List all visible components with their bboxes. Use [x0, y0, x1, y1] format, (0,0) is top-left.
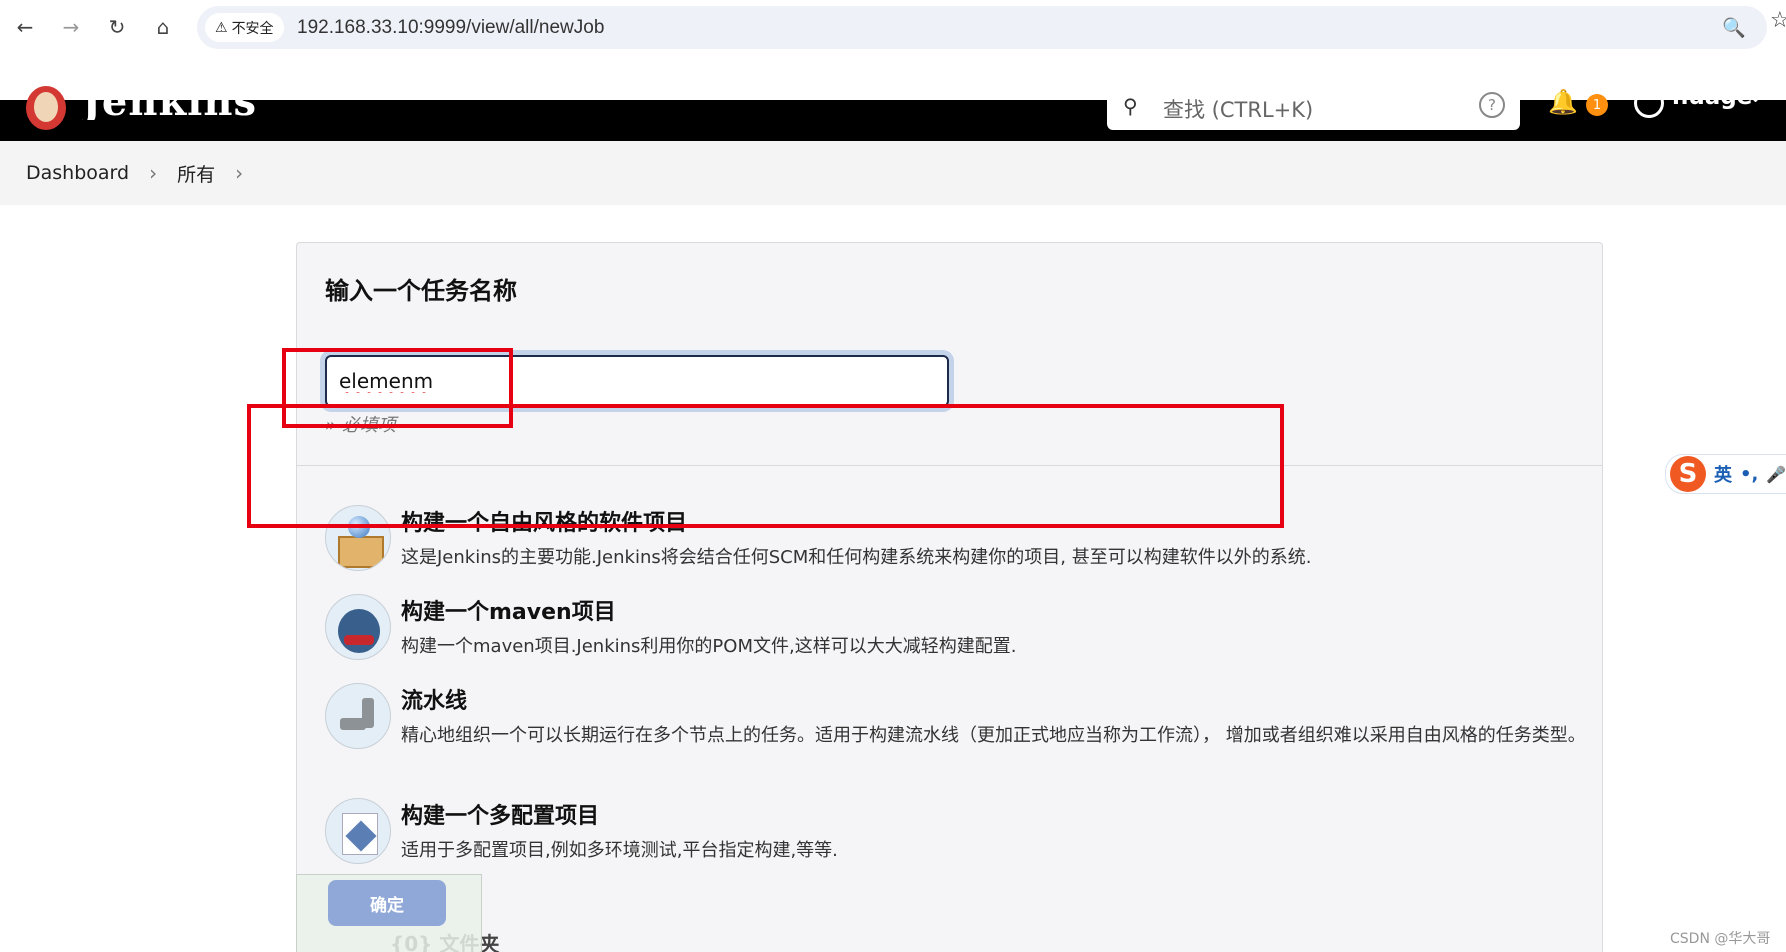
- job-type-description: 构建一个maven项目.Jenkins利用你的POM文件,这样可以大大减轻构建配…: [401, 636, 1017, 657]
- screen: ← → ↻ ⌂ ⚠ 不安全 192.168.33.10:9999/view/al…: [0, 0, 1786, 952]
- breadcrumb-all[interactable]: 所有: [177, 160, 215, 187]
- chevron-down-icon[interactable]: ⌄: [1748, 86, 1763, 107]
- zoom-icon[interactable]: 🔍: [1722, 16, 1746, 39]
- security-chip[interactable]: ⚠ 不安全: [205, 13, 284, 42]
- ime-language-toggle[interactable]: 英: [1714, 461, 1732, 487]
- back-icon[interactable]: ←: [10, 12, 40, 42]
- warning-icon: ⚠: [215, 19, 228, 36]
- pipeline-icon: [325, 683, 391, 749]
- job-type-pipeline[interactable]: 流水线 精心地组织一个可以长期运行在多个节点上的任务。适用于构建流水线（更加正式…: [325, 683, 1595, 783]
- microphone-icon[interactable]: 🎤: [1766, 465, 1786, 484]
- job-type-description: 适用于多配置项目,例如多环境测试,平台指定构建,等等.: [401, 840, 838, 861]
- job-type-name: 流水线: [401, 689, 468, 714]
- jenkins-title[interactable]: Jenkins: [82, 80, 257, 120]
- forward-icon[interactable]: →: [56, 12, 86, 42]
- notification-badge[interactable]: 1: [1586, 94, 1608, 116]
- security-label: 不安全: [231, 20, 274, 37]
- job-type-multi-config[interactable]: 构建一个多配置项目 适用于多配置项目,例如多环境测试,平台指定构建,等等.: [325, 798, 1595, 864]
- multi-config-icon: [325, 798, 391, 864]
- job-type-maven[interactable]: 构建一个maven项目 构建一个maven项目.Jenkins利用你的POM文件…: [325, 594, 1595, 660]
- maven-owl-icon: [325, 594, 391, 660]
- chevron-right-icon[interactable]: ›: [235, 161, 243, 185]
- ok-button[interactable]: 确定: [328, 880, 446, 926]
- user-name[interactable]: huage: [1672, 84, 1752, 110]
- help-icon[interactable]: ?: [1479, 92, 1505, 118]
- job-type-description: 这是Jenkins的主要功能.Jenkins将会结合任何SCM和任何构建系统来构…: [401, 547, 1312, 568]
- jenkins-header: Jenkins ⚲ 查找 (CTRL+K) ? 🔔 1 huage ⌄: [0, 80, 1786, 141]
- breadcrumb: Dashboard › 所有 ›: [0, 141, 1786, 205]
- search-box[interactable]: ⚲ 查找 (CTRL+K) ?: [1107, 90, 1520, 130]
- job-type-name: 构建一个maven项目: [401, 600, 616, 625]
- job-type-description: 精心地组织一个可以长期运行在多个节点上的任务。适用于构建流水线（更加正式地应当称…: [401, 725, 1586, 746]
- breadcrumb-dashboard[interactable]: Dashboard: [26, 162, 129, 184]
- reload-icon[interactable]: ↻: [102, 12, 132, 42]
- jenkins-logo-icon[interactable]: [26, 86, 66, 130]
- job-type-name: 构建一个多配置项目: [401, 804, 600, 829]
- search-icon: ⚲: [1123, 94, 1138, 118]
- bookmark-star-icon[interactable]: ☆: [1770, 8, 1786, 33]
- chevron-right-icon: ›: [149, 161, 158, 185]
- bell-icon[interactable]: 🔔: [1548, 88, 1578, 116]
- search-placeholder: 查找 (CTRL+K): [1163, 98, 1314, 122]
- ime-punctuation-toggle[interactable]: •,: [1740, 464, 1758, 485]
- page-title: 输入一个任务名称: [325, 277, 517, 305]
- ime-toolbar[interactable]: S 英 •, 🎤: [1665, 454, 1786, 494]
- address-bar[interactable]: ⚠ 不安全 192.168.33.10:9999/view/all/newJob…: [197, 6, 1767, 49]
- watermark: CSDN @华大哥: [1670, 931, 1771, 947]
- browser-toolbar: ← → ↻ ⌂ ⚠ 不安全 192.168.33.10:9999/view/al…: [0, 0, 1786, 56]
- url-text[interactable]: 192.168.33.10:9999/view/all/newJob: [297, 17, 604, 39]
- home-icon[interactable]: ⌂: [148, 12, 178, 42]
- ime-logo-icon[interactable]: S: [1670, 456, 1706, 492]
- user-avatar-icon[interactable]: [1634, 88, 1664, 118]
- annotation-freestyle-box: [247, 404, 1284, 528]
